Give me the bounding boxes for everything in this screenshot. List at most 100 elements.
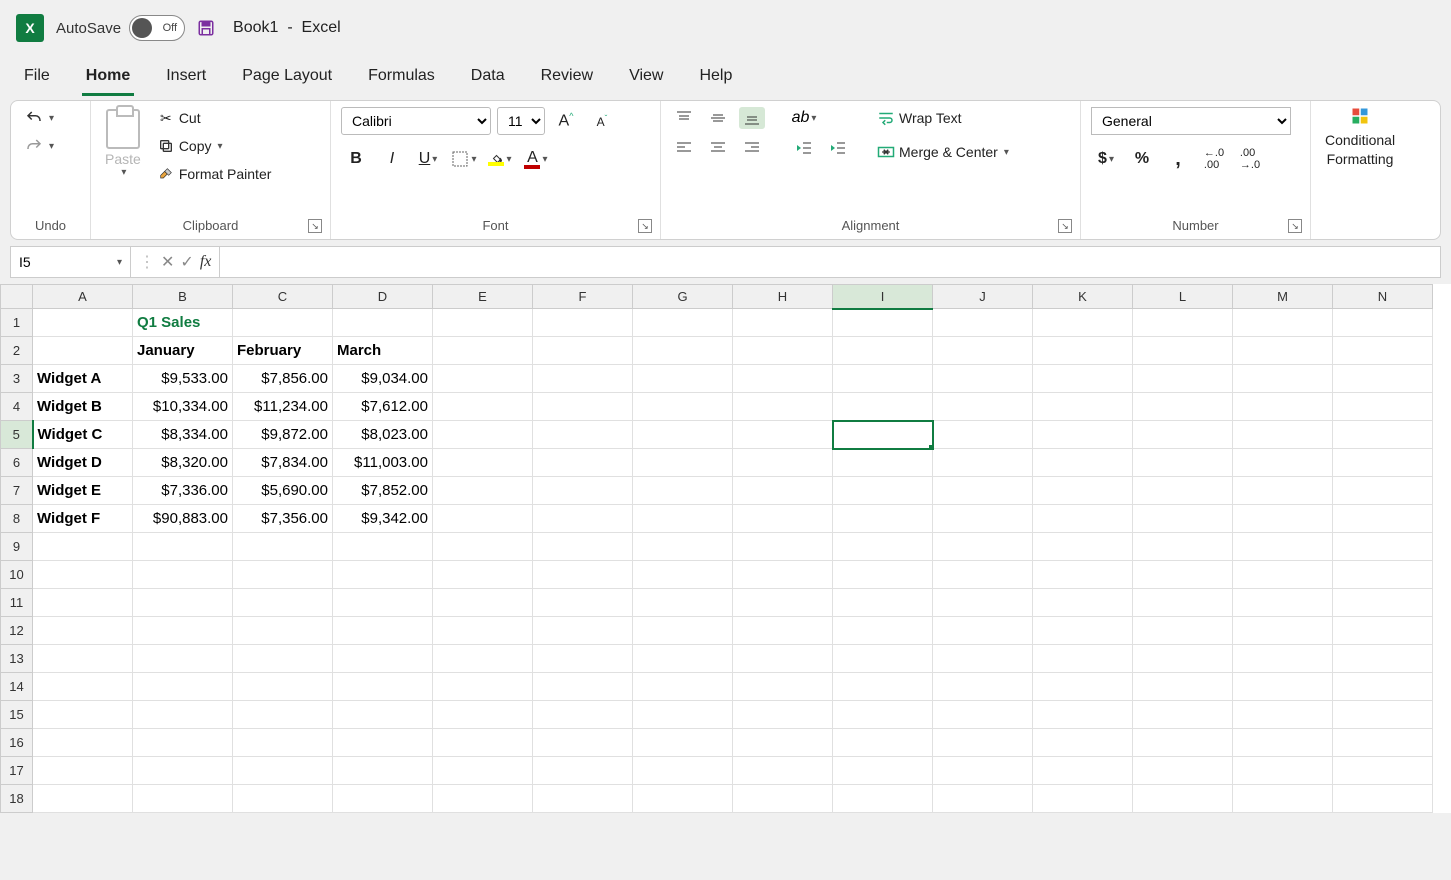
cell-G10[interactable]	[633, 561, 733, 589]
cell-K10[interactable]	[1033, 561, 1133, 589]
cell-H12[interactable]	[733, 617, 833, 645]
row-header-11[interactable]: 11	[1, 589, 33, 617]
cell-J18[interactable]	[933, 785, 1033, 813]
cell-G18[interactable]	[633, 785, 733, 813]
cell-F11[interactable]	[533, 589, 633, 617]
cell-A16[interactable]	[33, 729, 133, 757]
column-header-B[interactable]: B	[133, 285, 233, 309]
row-header-14[interactable]: 14	[1, 673, 33, 701]
cell-H9[interactable]	[733, 533, 833, 561]
cell-K9[interactable]	[1033, 533, 1133, 561]
cell-L3[interactable]	[1133, 365, 1233, 393]
cell-B11[interactable]	[133, 589, 233, 617]
row-header-5[interactable]: 5	[1, 421, 33, 449]
decrease-indent-button[interactable]	[791, 137, 817, 159]
cell-L14[interactable]	[1133, 673, 1233, 701]
tab-data[interactable]: Data	[467, 61, 509, 96]
cell-J11[interactable]	[933, 589, 1033, 617]
cell-E7[interactable]	[433, 477, 533, 505]
cell-A14[interactable]	[33, 673, 133, 701]
cell-H4[interactable]	[733, 393, 833, 421]
cell-A9[interactable]	[33, 533, 133, 561]
cell-A18[interactable]	[33, 785, 133, 813]
cell-J2[interactable]	[933, 337, 1033, 365]
cell-D10[interactable]	[333, 561, 433, 589]
cell-G4[interactable]	[633, 393, 733, 421]
cell-F17[interactable]	[533, 757, 633, 785]
cell-N15[interactable]	[1333, 701, 1433, 729]
cell-I6[interactable]	[833, 449, 933, 477]
cell-J1[interactable]	[933, 309, 1033, 337]
cell-D11[interactable]	[333, 589, 433, 617]
cell-A10[interactable]	[33, 561, 133, 589]
cell-J14[interactable]	[933, 673, 1033, 701]
cell-G15[interactable]	[633, 701, 733, 729]
cell-K18[interactable]	[1033, 785, 1133, 813]
cell-A15[interactable]	[33, 701, 133, 729]
cell-H8[interactable]	[733, 505, 833, 533]
fill-color-button[interactable]: ▾	[485, 145, 515, 173]
cell-C1[interactable]	[233, 309, 333, 337]
cell-L16[interactable]	[1133, 729, 1233, 757]
alignment-launcher[interactable]: ↘	[1058, 219, 1072, 233]
cell-D2[interactable]: March	[333, 337, 433, 365]
spreadsheet-grid[interactable]: ABCDEFGHIJKLMN1Q1 Sales2JanuaryFebruaryM…	[0, 284, 1451, 813]
cell-N8[interactable]	[1333, 505, 1433, 533]
cell-J4[interactable]	[933, 393, 1033, 421]
cell-K7[interactable]	[1033, 477, 1133, 505]
cell-E11[interactable]	[433, 589, 533, 617]
cell-F13[interactable]	[533, 645, 633, 673]
accounting-format-button[interactable]: $▾	[1091, 145, 1121, 173]
tab-insert[interactable]: Insert	[162, 61, 210, 96]
cell-N17[interactable]	[1333, 757, 1433, 785]
align-middle-button[interactable]	[705, 107, 731, 129]
cell-F5[interactable]	[533, 421, 633, 449]
row-header-18[interactable]: 18	[1, 785, 33, 813]
copy-button[interactable]: Copy ▾	[153, 135, 276, 157]
cell-B6[interactable]: $8,320.00	[133, 449, 233, 477]
cell-G17[interactable]	[633, 757, 733, 785]
cell-M16[interactable]	[1233, 729, 1333, 757]
cell-B2[interactable]: January	[133, 337, 233, 365]
cell-D9[interactable]	[333, 533, 433, 561]
cell-H3[interactable]	[733, 365, 833, 393]
cell-D8[interactable]: $9,342.00	[333, 505, 433, 533]
cell-G6[interactable]	[633, 449, 733, 477]
cell-H7[interactable]	[733, 477, 833, 505]
decrease-decimal-button[interactable]: .00→.0	[1235, 145, 1265, 173]
cell-F8[interactable]	[533, 505, 633, 533]
cell-M17[interactable]	[1233, 757, 1333, 785]
orientation-button[interactable]: ab▾	[791, 107, 817, 129]
cell-G2[interactable]	[633, 337, 733, 365]
cell-H5[interactable]	[733, 421, 833, 449]
cell-B4[interactable]: $10,334.00	[133, 393, 233, 421]
cell-L12[interactable]	[1133, 617, 1233, 645]
align-right-button[interactable]	[739, 137, 765, 159]
column-header-F[interactable]: F	[533, 285, 633, 309]
cell-L6[interactable]	[1133, 449, 1233, 477]
cell-I13[interactable]	[833, 645, 933, 673]
cell-B13[interactable]	[133, 645, 233, 673]
increase-indent-button[interactable]	[825, 137, 851, 159]
cell-G3[interactable]	[633, 365, 733, 393]
cell-I3[interactable]	[833, 365, 933, 393]
cell-H2[interactable]	[733, 337, 833, 365]
cell-L5[interactable]	[1133, 421, 1233, 449]
increase-font-button[interactable]: A^	[551, 107, 581, 135]
column-header-K[interactable]: K	[1033, 285, 1133, 309]
cell-K15[interactable]	[1033, 701, 1133, 729]
cell-G5[interactable]	[633, 421, 733, 449]
cell-E13[interactable]	[433, 645, 533, 673]
row-header-2[interactable]: 2	[1, 337, 33, 365]
cell-D13[interactable]	[333, 645, 433, 673]
merge-center-button[interactable]: Merge & Center ▾	[873, 141, 1013, 163]
column-header-I[interactable]: I	[833, 285, 933, 309]
column-header-L[interactable]: L	[1133, 285, 1233, 309]
cell-E2[interactable]	[433, 337, 533, 365]
row-header-1[interactable]: 1	[1, 309, 33, 337]
cell-J5[interactable]	[933, 421, 1033, 449]
cell-L17[interactable]	[1133, 757, 1233, 785]
cell-C14[interactable]	[233, 673, 333, 701]
row-header-17[interactable]: 17	[1, 757, 33, 785]
cell-L8[interactable]	[1133, 505, 1233, 533]
